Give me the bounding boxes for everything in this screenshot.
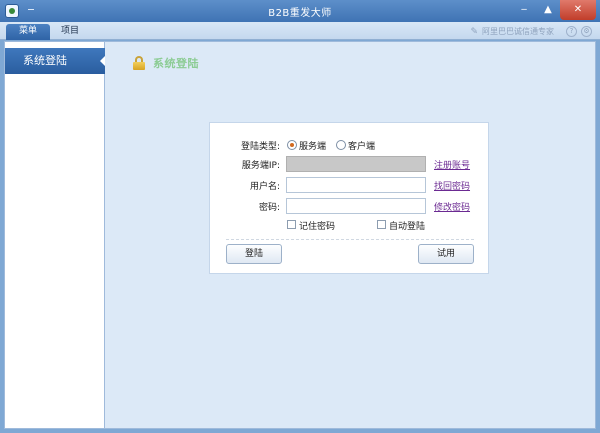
username-input[interactable] [286,177,426,193]
lock-icon [133,56,145,70]
login-button[interactable]: 登陆 [226,244,282,264]
notice-text[interactable]: 阿里巴巴诚信通专家 [482,26,554,37]
minimize-button[interactable]: ‒ [512,0,536,20]
window-title: B2B重发大师 [268,8,332,19]
password-input[interactable] [286,198,426,214]
server-ip-row: 服务端IP: 注册账号 [210,156,490,172]
settings-icon[interactable]: ⚙ [581,26,592,37]
help-icon[interactable]: ? [566,26,577,37]
login-type-label: 登陆类型: [240,142,280,152]
username-label: 用户名: [249,182,280,192]
main-content: 系统登陆 登陆类型: 服务端 客户端 服务端IP: 注册账号 用户名: 找回密码… [105,41,596,429]
radio-client-label[interactable]: 客户端 [348,139,375,152]
recover-password-link[interactable]: 找回密码 [434,179,470,192]
username-row: 用户名: 找回密码 [210,177,490,193]
radio-server[interactable] [287,140,297,150]
radio-client[interactable] [336,140,346,150]
password-row: 密码: 修改密码 [210,198,490,214]
title-bar: B2B重发大师 ‒ ▲ ✕ [0,0,600,22]
maximize-button[interactable]: ▲ [536,0,560,20]
remember-password-checkbox[interactable] [287,220,296,229]
server-ip-input[interactable] [286,156,426,172]
sidebar-item-label: 系统登陆 [23,54,67,67]
menu-tab-bar: 菜单 项目 ✎ 阿里巴巴诚信通专家 ? ⚙ [0,22,600,40]
tab-menu[interactable]: 菜单 [6,24,50,40]
server-ip-label: 服务端IP: [241,161,280,171]
password-label: 密码: [258,203,280,213]
options-row: 记住密码 自动登陆 [210,217,490,233]
auto-login-checkbox[interactable] [377,220,386,229]
tab-project[interactable]: 项目 [48,24,92,40]
page-title: 系统登陆 [153,57,199,70]
notice-icon: ✎ [470,26,478,37]
register-account-link[interactable]: 注册账号 [434,158,470,171]
radio-server-label[interactable]: 服务端 [299,139,326,152]
toolbar-right: ✎ 阿里巴巴诚信通专家 ? ⚙ [470,25,592,38]
sidebar-item-system-login[interactable]: 系统登陆 [5,48,106,74]
login-panel: 登陆类型: 服务端 客户端 服务端IP: 注册账号 用户名: 找回密码 密码: … [209,122,489,274]
close-button[interactable]: ✕ [560,0,596,20]
sidebar: 系统登陆 [4,41,106,429]
auto-login-label[interactable]: 自动登陆 [389,219,425,232]
remember-password-label[interactable]: 记住密码 [299,219,335,232]
form-divider [226,239,474,240]
change-password-link[interactable]: 修改密码 [434,200,470,213]
login-type-row: 登陆类型: 服务端 客户端 [210,137,490,153]
window-controls: ‒ ▲ ✕ [512,0,596,20]
trial-button[interactable]: 试用 [418,244,474,264]
